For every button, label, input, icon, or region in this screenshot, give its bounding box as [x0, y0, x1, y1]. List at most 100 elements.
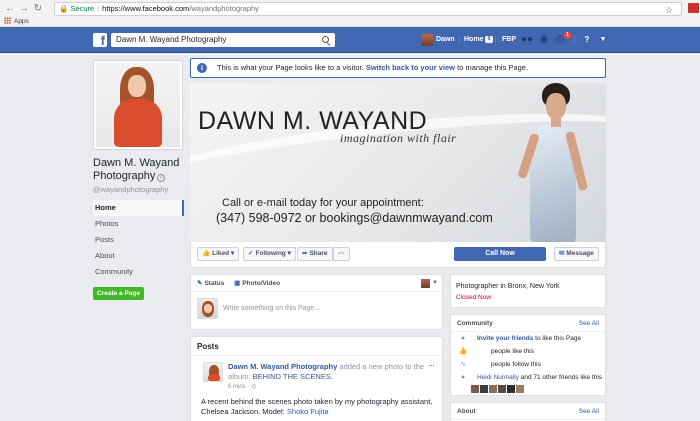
- profile-picture[interactable]: [93, 60, 183, 150]
- friend-avatars: [471, 385, 525, 394]
- following-label: Following: [255, 250, 286, 257]
- community-title: Community: [457, 320, 493, 327]
- apps-grid-icon: [4, 17, 11, 24]
- facebook-top-bar: f Dawn M. Wayand Photography Dawn Home 8 …: [0, 27, 700, 53]
- message-button[interactable]: ✉ Message: [554, 247, 599, 261]
- about-card: About See All: [450, 402, 606, 421]
- friend-avatar[interactable]: [471, 385, 479, 393]
- message-icon: ✉: [559, 250, 565, 257]
- friend-name-link[interactable]: Heidi Nunnally: [477, 374, 519, 381]
- nav-posts[interactable]: Posts: [93, 232, 184, 248]
- friends-like-row: ● Heidi Nunnally and 71 other friends lik…: [451, 371, 605, 384]
- community-see-all-link[interactable]: See All: [579, 315, 599, 332]
- community-header: Community See All: [451, 315, 605, 332]
- model-tag-link[interactable]: Shoko Fujita: [287, 407, 329, 416]
- help-icon[interactable]: ?: [581, 35, 593, 45]
- nav-community[interactable]: Community: [93, 264, 184, 280]
- forward-icon[interactable]: →: [18, 3, 30, 15]
- about-title: About: [457, 408, 476, 415]
- friend-avatar[interactable]: [498, 385, 506, 393]
- profile-link[interactable]: Dawn: [436, 34, 455, 46]
- friends-like-text: and 71 other friends like this: [520, 374, 603, 381]
- nav-photos[interactable]: Photos: [93, 216, 184, 232]
- search-icon[interactable]: [322, 36, 329, 43]
- tab-status[interactable]: ✎ Status: [197, 280, 224, 287]
- likes-text: people like this: [491, 348, 534, 355]
- page-title[interactable]: Dawn M. Wayand Photography ✓: [93, 157, 193, 183]
- cover-contact-line: (347) 598-0972 or bookings@dawnmwayand.c…: [216, 211, 493, 225]
- follows-text: people follow this: [491, 361, 541, 368]
- friend-avatar[interactable]: [480, 385, 488, 393]
- apps-label: Apps: [14, 18, 29, 25]
- more-button[interactable]: ···: [333, 247, 350, 261]
- composer-avatar: [197, 298, 218, 319]
- post-timestamp[interactable]: 6 mins · ◎: [228, 383, 256, 390]
- page-action-bar: 👍 Liked ▾ ✓ Following ▾ ➦ Share ··· Call No…: [190, 242, 606, 268]
- post-author-avatar[interactable]: [203, 362, 223, 382]
- notifications-badge: 1: [564, 32, 571, 39]
- cover-photo[interactable]: DAWN M. WAYAND imagination with flair Ca…: [190, 83, 606, 242]
- address-separator: |: [97, 4, 100, 13]
- page-nav: Home Photos Posts About Community: [93, 200, 184, 280]
- hours-status: Closed Now: [456, 294, 492, 301]
- facebook-logo-icon[interactable]: f: [93, 33, 107, 47]
- notice-text: This is what your Page looks like to a v…: [217, 63, 364, 72]
- album-link[interactable]: BEHIND THE SCENES.: [253, 372, 333, 381]
- rss-icon: ✓: [248, 250, 254, 257]
- page-handle[interactable]: @wayandphotography: [93, 185, 168, 194]
- composer-tabs: ✎ Status ▣ Photo/Video ▼: [191, 275, 442, 292]
- messenger-icon[interactable]: ◉: [538, 35, 550, 45]
- invite-row: ● Invite your friends to like this Page: [451, 332, 605, 345]
- post-as-avatar[interactable]: [421, 279, 430, 288]
- home-link[interactable]: Home 8: [464, 34, 493, 46]
- post-author-link[interactable]: Dawn M. Wayand Photography: [228, 362, 337, 371]
- post-options-button[interactable]: ···: [428, 360, 435, 370]
- following-button[interactable]: ✓ Following ▾: [243, 247, 296, 261]
- url-host: https://www.facebook.com: [102, 4, 190, 13]
- about-header: About See All: [451, 403, 605, 420]
- friend-avatar[interactable]: [516, 385, 524, 393]
- reload-icon[interactable]: ↻: [32, 3, 44, 15]
- chevron-down-icon: ▾: [287, 250, 291, 257]
- verified-check-icon: ✓: [157, 174, 166, 182]
- cover-tagline: imagination with flair: [340, 131, 457, 145]
- post-time: 6 mins: [228, 384, 246, 390]
- follows-row: ∿ people follow this: [451, 358, 605, 371]
- page-category: Photographer in Bronx, New York: [456, 283, 560, 290]
- tab-photo-video[interactable]: ▣ Photo/Video: [234, 280, 280, 287]
- divider: [495, 35, 496, 45]
- chevron-down-icon: ▾: [230, 250, 235, 257]
- back-icon[interactable]: ←: [4, 3, 16, 15]
- switch-view-link[interactable]: Switch back to your view: [366, 63, 455, 72]
- secure-label: Secure: [70, 4, 95, 13]
- nav-home[interactable]: Home: [93, 200, 184, 216]
- friend-avatar[interactable]: [489, 385, 497, 393]
- about-see-all-link[interactable]: See All: [579, 403, 599, 420]
- message-label: Message: [566, 250, 594, 257]
- star-icon[interactable]: ☆: [665, 4, 673, 15]
- friend-avatar[interactable]: [507, 385, 515, 393]
- friend-requests-icon[interactable]: ●●: [521, 35, 533, 45]
- bookmark-apps[interactable]: Apps: [4, 17, 29, 27]
- fbp-shortcut[interactable]: FBP: [502, 34, 516, 46]
- nav-about[interactable]: About: [93, 248, 184, 264]
- composer-input[interactable]: Write something on this Page...: [223, 305, 320, 312]
- chevron-down-icon[interactable]: ▼: [432, 275, 438, 292]
- share-button[interactable]: ➦ Share: [297, 247, 333, 261]
- globe-icon: ◎: [251, 384, 257, 390]
- user-avatar[interactable]: [421, 34, 433, 46]
- extension-icon[interactable]: [688, 3, 699, 13]
- search-value: Dawn M. Wayand Photography: [116, 35, 227, 44]
- call-now-button[interactable]: Call Now: [454, 247, 546, 261]
- page-name-text: Dawn M. Wayand Photography: [93, 157, 180, 182]
- notice-text-after: to manage this Page.: [457, 63, 529, 72]
- liked-button[interactable]: 👍 Liked ▾: [197, 247, 240, 261]
- profile-body-shape: [114, 99, 162, 147]
- chevron-down-icon[interactable]: ▼: [597, 35, 609, 45]
- invite-friends-link[interactable]: Invite your friends: [477, 335, 533, 342]
- address-bar[interactable]: 🔒 Secure | https://www.facebook.com/wayand…: [54, 2, 682, 16]
- share-label: Share: [309, 250, 328, 257]
- search-input[interactable]: Dawn M. Wayand Photography: [111, 33, 335, 47]
- invite-text: to like this Page: [535, 335, 582, 342]
- create-page-button[interactable]: Create a Page: [93, 287, 144, 300]
